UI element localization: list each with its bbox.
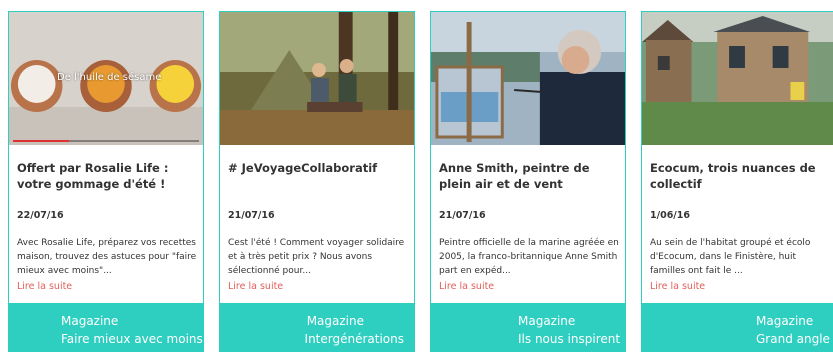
- category-label: Magazine: [518, 314, 576, 328]
- category-footer[interactable]: Magazine Ils nous inspirent: [431, 303, 625, 351]
- article-card[interactable]: Anne Smith, peintre de plein air et de v…: [430, 11, 626, 352]
- read-more-link[interactable]: Lire la suite: [650, 281, 705, 292]
- subcategory-label: Grand angle: [756, 332, 830, 346]
- video-progress-bar[interactable]: [13, 140, 199, 142]
- article-date: 21/07/16: [228, 210, 275, 221]
- article-card[interactable]: # JeVoyageCollaboratif 21/07/16 Cest l'é…: [219, 11, 415, 352]
- article-date: 1/06/16: [650, 210, 690, 221]
- subcategory-label: Intergénérations: [304, 332, 404, 346]
- video-caption: De l'huile de sésame: [57, 72, 162, 83]
- read-more-link[interactable]: Lire la suite: [439, 281, 494, 292]
- article-title[interactable]: Anne Smith, peintre de plein air et de v…: [439, 160, 617, 192]
- article-image[interactable]: [431, 12, 625, 145]
- article-excerpt: Avec Rosalie Life, préparez vos recettes…: [17, 238, 197, 276]
- category-label: Magazine: [756, 314, 814, 328]
- article-excerpt: Au sein de l'habitat groupé et écolo d'E…: [650, 238, 811, 276]
- article-title[interactable]: # JeVoyageCollaboratif: [228, 160, 406, 176]
- article-excerpt: Cest l'été ! Comment voyager solidaire e…: [228, 238, 405, 276]
- category-footer[interactable]: Magazine Intergénérations: [220, 303, 414, 351]
- article-date: 22/07/16: [17, 210, 64, 221]
- article-card[interactable]: Ecocum, trois nuances de collectif 1/06/…: [641, 11, 833, 352]
- article-excerpt: Peintre officielle de la marine agréée e…: [439, 238, 619, 276]
- article-title[interactable]: Offert par Rosalie Life : votre gommage …: [17, 160, 195, 192]
- category-footer[interactable]: Magazine Grand angle: [642, 303, 833, 351]
- read-more-link[interactable]: Lire la suite: [228, 281, 283, 292]
- read-more-link[interactable]: Lire la suite: [17, 281, 72, 292]
- eco-houses-image: [642, 12, 833, 145]
- subcategory-label: Ils nous inspirent: [518, 332, 621, 346]
- category-label: Magazine: [306, 314, 364, 328]
- video-progress-fill: [13, 140, 69, 142]
- category-footer[interactable]: Magazine Faire mieux avec moins: [9, 303, 203, 351]
- article-card[interactable]: De l'huile de sésame Offert par Rosalie …: [8, 11, 204, 352]
- article-image[interactable]: [220, 12, 414, 145]
- subcategory-label: Faire mieux avec moins: [61, 332, 203, 346]
- article-image[interactable]: [642, 12, 833, 145]
- article-video-thumbnail[interactable]: De l'huile de sésame: [9, 12, 203, 145]
- article-date: 21/07/16: [439, 210, 486, 221]
- painter-portrait-image: [431, 12, 625, 145]
- category-label: Magazine: [61, 314, 119, 328]
- article-title[interactable]: Ecocum, trois nuances de collectif: [650, 160, 828, 192]
- campers-forest-image: [220, 12, 414, 145]
